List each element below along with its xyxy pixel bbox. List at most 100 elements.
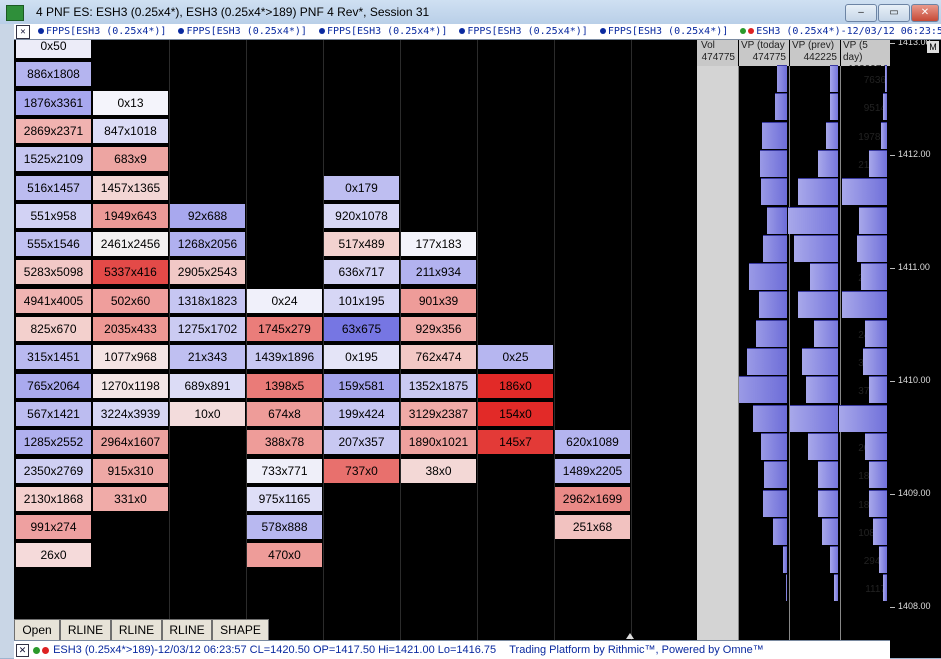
vp-today-bar <box>777 65 787 92</box>
study-label: FPPS[ESH3 (0.25x4*)] <box>326 26 448 37</box>
vp-prev-bar <box>810 263 838 290</box>
study-bar: ✕ FPPS[ESH3 (0.25x4*)] FPPS[ESH3 (0.25x4… <box>14 24 941 40</box>
vp-prev-bar <box>802 348 838 375</box>
vp-prev-header: VP (prev) 442225 <box>790 40 840 66</box>
platform-credit: Trading Platform by Rithmic™, Powered by… <box>509 644 764 656</box>
footprint-cell: 251x68 <box>555 515 630 539</box>
pnf-chart[interactable]: 0x50 886x1808 1876x3361 2869x2371 1525x2109 5… <box>14 40 697 640</box>
tab-open[interactable]: Open <box>14 619 60 640</box>
vp-5day-bar <box>883 574 887 601</box>
minimize-button[interactable]: – <box>845 4 877 22</box>
vp-prev-bar <box>790 405 838 432</box>
vp-today-bar <box>739 376 787 403</box>
price-label: 1411.00 <box>898 262 930 272</box>
tab-rline[interactable]: RLINE <box>111 619 162 640</box>
study-label: FPPS[ESH3 (0.25x4*)] <box>46 26 167 37</box>
footprint-cell: 683x9 <box>93 147 168 171</box>
footprint-cell: 733x771 <box>247 459 322 483</box>
footprint-cell: 2350x2769 <box>16 459 91 483</box>
tab-shape[interactable]: SHAPE <box>212 619 269 640</box>
study-summary[interactable]: ESH3 (0.25x4*)-12/03/12 06:23:57 CL=1420… <box>740 26 941 37</box>
study-item[interactable]: FPPS[ESH3 (0.25x4*)] <box>38 26 166 37</box>
footprint-cell: 1439x1896 <box>247 345 322 369</box>
close-status-icon[interactable]: ✕ <box>16 643 29 657</box>
footprint-cell: 516x1457 <box>16 176 91 200</box>
vp-prev-bar <box>806 376 838 403</box>
vp-5day-bar <box>865 433 887 460</box>
footprint-cell: 186x0 <box>478 374 553 398</box>
price-tick <box>890 381 895 382</box>
footprint-cell: 1285x2552 <box>16 430 91 454</box>
vp-5day-bar <box>839 405 887 432</box>
vp-prev-bar <box>808 433 838 460</box>
vp-5day-bar <box>869 150 887 177</box>
price-label: 1413.00 <box>898 40 931 47</box>
grid-line <box>554 40 555 640</box>
close-studies-icon[interactable]: ✕ <box>16 25 30 39</box>
footprint-cell: 2461x2456 <box>93 232 168 256</box>
scroll-marker-icon <box>626 633 634 639</box>
footprint-cell: 1949x643 <box>93 204 168 228</box>
study-item[interactable]: FPPS[ESH3 (0.25x4*)] <box>459 26 588 37</box>
study-item[interactable]: FPPS[ESH3 (0.25x4*)] <box>599 26 728 37</box>
status-text: ESH3 (0.25x4*>189)-12/03/12 06:23:57 CL=… <box>53 644 497 656</box>
tab-rline[interactable]: RLINE <box>60 619 111 640</box>
price-axis[interactable]: 1413.00 1412.00 1411.00 1410.00 1409.00 1408.… <box>890 40 941 658</box>
footprint-cell: 929x356 <box>401 317 476 341</box>
price-tick <box>890 494 895 495</box>
vp-today-bar <box>763 490 787 517</box>
vol-header: Vol 474775 <box>697 40 738 66</box>
status-green-icon <box>33 646 40 654</box>
status-bar: ✕ ESH3 (0.25x4*>189)-12/03/12 06:23:57 C… <box>14 640 890 659</box>
vp-today-total: 474775 <box>752 52 786 63</box>
footprint-cell: 1268x2056 <box>170 232 245 256</box>
footprint-cell: 10x0 <box>170 402 245 426</box>
footprint-cell: 101x195 <box>324 289 399 313</box>
volume-value: 9514 <box>863 103 886 114</box>
footprint-cell: 211x934 <box>401 260 476 284</box>
vp-5day-bar <box>865 320 887 347</box>
title-bar: 4 PNF ES: ESH3 (0.25x4*), ESH3 (0.25x4*>… <box>0 0 941 25</box>
footprint-cell: 551x958 <box>16 204 91 228</box>
footprint-cell: 331x0 <box>93 487 168 511</box>
vp-5day-bar <box>869 490 887 517</box>
axis-menu-button[interactable]: M <box>927 41 939 53</box>
status-red-icon <box>748 28 755 34</box>
footprint-cell: 2130x1868 <box>16 487 91 511</box>
vp-today-bar <box>759 291 787 318</box>
footprint-cell: 38x0 <box>401 459 476 483</box>
study-label: FPPS[ESH3 (0.25x4*)] <box>186 26 307 37</box>
vp-today-bar <box>756 320 787 347</box>
footprint-cell: 388x78 <box>247 430 322 454</box>
footprint-cell: 5283x5098 <box>16 260 91 284</box>
vp-prev-bar <box>818 490 838 517</box>
study-dot-icon <box>318 28 325 34</box>
vp-prev-bar <box>788 207 838 234</box>
study-item[interactable]: FPPS[ESH3 (0.25x4*)] <box>318 26 448 37</box>
footprint-cell: 2869x2371 <box>16 119 91 143</box>
left-border <box>0 24 15 658</box>
tab-rline[interactable]: RLINE <box>162 619 212 640</box>
vp-prev-total: 442225 <box>803 52 837 63</box>
footprint-cell: 470x0 <box>247 543 322 567</box>
vp-5day-bar <box>883 93 887 120</box>
vp-5day-bar <box>859 207 887 234</box>
window-title: 4 PNF ES: ESH3 (0.25x4*), ESH3 (0.25x4*>… <box>36 5 430 19</box>
restore-button[interactable]: ▭ <box>878 4 910 22</box>
footprint-cell: 578x888 <box>247 515 322 539</box>
study-item[interactable]: FPPS[ESH3 (0.25x4*)] <box>178 26 307 37</box>
footprint-cell: 1352x1875 <box>401 374 476 398</box>
vp-today-header: VP (today 474775 <box>739 40 789 66</box>
price-label: 1410.00 <box>898 375 931 385</box>
vp-prev-bar <box>814 320 838 347</box>
vp-5day-bar <box>869 376 887 403</box>
vp-today-bar <box>760 150 787 177</box>
close-button[interactable]: ✕ <box>911 4 939 22</box>
footprint-cell: 1398x5 <box>247 374 322 398</box>
footprint-cell: 0x24 <box>247 289 322 313</box>
vp-prev-bar <box>830 93 838 120</box>
footprint-cell: 2905x2543 <box>170 260 245 284</box>
vp-prev-bar <box>834 574 838 601</box>
footprint-cell: 674x8 <box>247 402 322 426</box>
footprint-cell: 3224x3939 <box>93 402 168 426</box>
